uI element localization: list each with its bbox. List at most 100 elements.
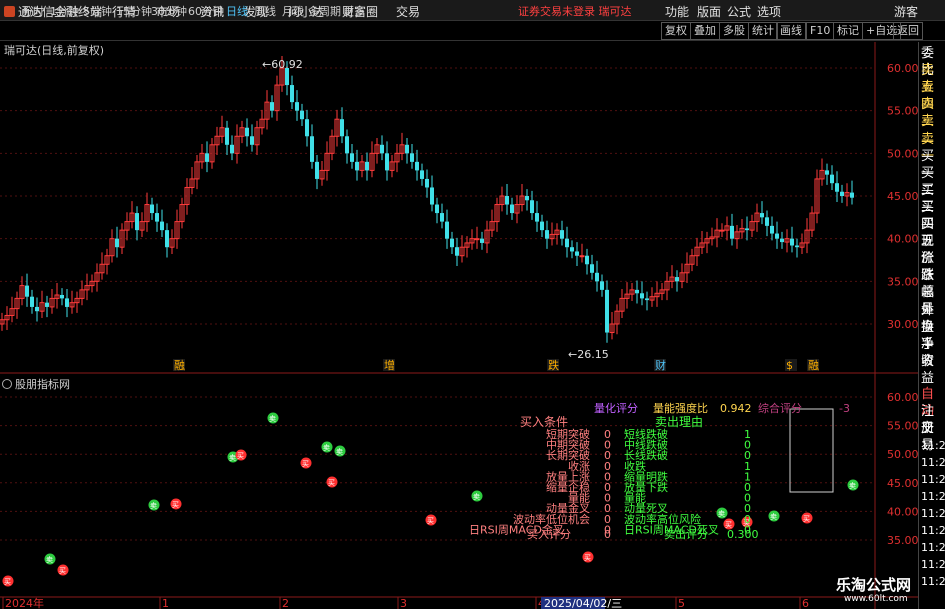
energy-ratio-value: 0.942 [720, 402, 752, 415]
logo-icon [4, 6, 15, 17]
x-axis-label: 6 [802, 597, 809, 609]
candle-down [730, 225, 734, 239]
timeframe-4[interactable]: 30分钟 [151, 3, 187, 19]
price-axis-label: 60.00 [887, 62, 918, 75]
candle-down [530, 200, 534, 214]
tool-button-2[interactable]: 多股 [719, 22, 749, 40]
candle-down [590, 264, 594, 273]
signal-glyph: 买 [172, 501, 179, 509]
timeframe-5[interactable]: 60分钟 [188, 3, 224, 19]
candle-down [600, 281, 604, 290]
tool-button-0[interactable]: 复权 [661, 22, 691, 40]
menu-6[interactable]: 交易 [396, 3, 420, 20]
candle-down [775, 233, 779, 239]
signal-glyph: 卖 [849, 482, 856, 490]
candle-down [450, 238, 454, 248]
energy-ratio-label: 量能强度比 [653, 401, 708, 415]
candle-down [410, 153, 414, 162]
candle-down [385, 153, 389, 171]
candle-down [565, 238, 569, 248]
timeframe-9[interactable]: 多周期 [308, 3, 341, 19]
event-marker-label: 融 [174, 359, 185, 372]
high-price-label: ←60.92 [262, 58, 303, 71]
candle-up [719, 229, 725, 232]
buy-score-label: 买入评分 [527, 528, 571, 541]
timeframe-10[interactable]: 更多 [343, 3, 365, 19]
tool-button-1[interactable]: 叠加 [690, 22, 720, 40]
tool-button-6[interactable]: 标记 [833, 22, 863, 40]
x-axis-label: 1 [162, 597, 169, 609]
candle-down [770, 225, 774, 234]
candle-down [435, 204, 439, 214]
candle-down [635, 289, 639, 294]
tick-time-3: 11:29 [921, 439, 945, 452]
sell-score-label: 卖出评分 [664, 527, 708, 541]
timeframe-2[interactable]: 5分钟 [83, 3, 112, 19]
chart-canvas[interactable]: 60.00 55.00 50.00 45.00 40.00 35.00 30.00 ←60.9… [0, 42, 918, 609]
x-axis-label: 2024年 [5, 596, 44, 609]
candle-down [150, 204, 154, 214]
candle-down [535, 213, 539, 222]
tick-time-8: 11:29 [921, 524, 945, 537]
panel-toggle-icon[interactable] [2, 379, 12, 389]
signal-glyph: 买 [427, 517, 434, 525]
candle-down [480, 238, 484, 243]
price-axis-label: 50.00 [887, 147, 918, 160]
candle-down [315, 161, 319, 179]
sub-axis-label: 35.00 [887, 534, 918, 547]
tool-button-8[interactable]: 返回 [893, 22, 923, 40]
signal-glyph: 买 [237, 452, 244, 460]
candle-down [425, 178, 429, 188]
timeframe-3[interactable]: 15分钟 [116, 3, 152, 19]
candle-down [440, 213, 444, 222]
price-axis-label: 45.00 [887, 190, 918, 203]
candle-down [525, 196, 529, 201]
signal-glyph: 买 [803, 515, 810, 523]
sell-score-value: 0.300 [727, 528, 759, 541]
tool-button-4[interactable]: 画线 [776, 22, 806, 40]
signal-glyph: 卖 [269, 415, 276, 423]
sell-header: 卖出理由 [655, 415, 703, 429]
timeframe-0[interactable]: 分时 [22, 3, 44, 19]
indicator-name: 股朋指标网 [15, 378, 70, 391]
total-score-label: 综合评分 [758, 401, 802, 415]
x-axis-label: 3 [400, 597, 407, 609]
candle-down [160, 221, 164, 231]
total-score-value: -3 [839, 402, 850, 415]
tick-time-6: 11:29 [921, 490, 945, 503]
event-marker-label: 跌 [548, 358, 559, 372]
candle-down [575, 251, 579, 256]
timeframe-7[interactable]: 周线 [254, 3, 276, 19]
timeframe-6[interactable]: 日线 [226, 3, 248, 19]
candle-down [300, 110, 304, 120]
menu-right-0[interactable]: 功能 [665, 3, 689, 20]
sub-axis-label: 50.00 [887, 448, 918, 461]
timeframe-1[interactable]: 1分钟 [50, 3, 79, 19]
candle-down [25, 285, 29, 297]
candle-down [45, 302, 49, 307]
candle-down [850, 192, 854, 198]
menu-right-3[interactable]: 选项 [757, 3, 781, 20]
candle-down [505, 196, 509, 205]
candle-down [420, 170, 424, 179]
menu-right-4[interactable]: 游客 [894, 3, 918, 20]
x-axis-label: 2025/04/02/三 [544, 597, 622, 609]
candle-down [30, 296, 34, 307]
signal-glyph: 卖 [150, 502, 157, 510]
tick-time-10: 11:29 [921, 558, 945, 571]
menu-right-1[interactable]: 版面 [697, 3, 721, 20]
candle-down [290, 85, 294, 103]
tool-button-3[interactable]: 统计 [748, 22, 778, 40]
buy-header: 买入条件 [520, 415, 568, 429]
tool-button-5[interactable]: F10 [806, 22, 835, 40]
menu-right-2[interactable]: 公式 [727, 3, 751, 20]
candle-down [230, 144, 234, 154]
sub-axis-label: 40.00 [887, 505, 918, 518]
timeframe-8[interactable]: 月线 [282, 3, 304, 19]
candle-down [445, 221, 449, 239]
candle-down [270, 102, 274, 111]
candle-down [295, 102, 299, 111]
quant-score-label: 量化评分 [594, 401, 638, 415]
candle-down [645, 298, 649, 301]
candle-down [570, 247, 574, 252]
